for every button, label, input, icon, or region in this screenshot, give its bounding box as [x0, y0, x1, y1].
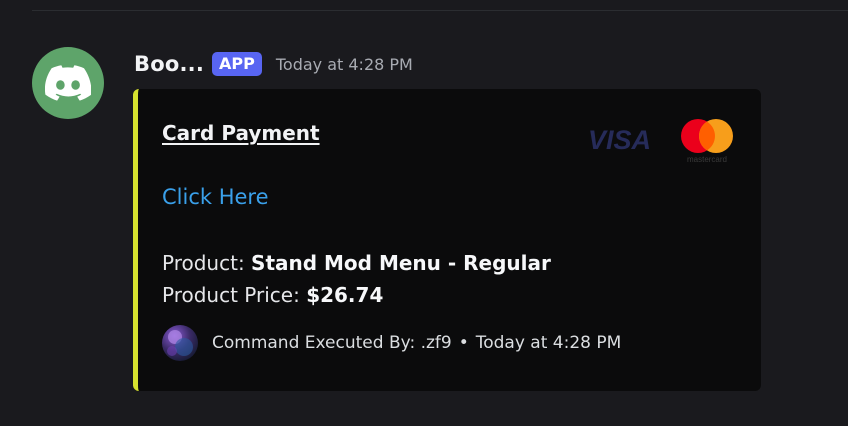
- embed-footer: Command Executed By: .zf9 • Today at 4:28 …: [162, 325, 621, 361]
- embed-card: Card Payment VISA mastercard Click Here …: [133, 89, 761, 391]
- visa-logo-text: VISA: [588, 125, 651, 153]
- author-name[interactable]: Boo...: [134, 52, 204, 76]
- footer-timestamp: Today at 4:28 PM: [475, 333, 622, 353]
- discord-logo-icon: [45, 65, 91, 101]
- price-line: Product Price: $26.74: [162, 283, 383, 307]
- app-badge: APP: [212, 52, 262, 76]
- bot-avatar[interactable]: [32, 47, 104, 119]
- embed-title: Card Payment: [162, 121, 320, 145]
- mastercard-wordmark: mastercard: [687, 155, 727, 164]
- price-value: $26.74: [306, 283, 384, 307]
- footer-avatar-art-icon: [167, 330, 193, 356]
- footer-text: Command Executed By: .zf9 • Today at 4:28 …: [212, 333, 621, 353]
- product-line: Product: Stand Mod Menu - Regular: [162, 251, 551, 275]
- visa-logo-icon: VISA: [588, 125, 651, 153]
- message-header: Boo... APP Today at 4:28 PM: [134, 52, 413, 76]
- price-label: Product Price:: [162, 283, 307, 307]
- click-here-link[interactable]: Click Here: [162, 185, 269, 209]
- footer-avatar: [162, 325, 198, 361]
- product-label: Product:: [162, 251, 252, 275]
- product-value: Stand Mod Menu - Regular: [251, 251, 551, 275]
- footer-executed-by: Command Executed By: .zf9: [212, 333, 452, 353]
- footer-separator: •: [458, 333, 469, 353]
- mastercard-logo-icon: mastercard: [681, 119, 733, 164]
- message-timestamp: Today at 4:28 PM: [275, 54, 413, 74]
- top-divider: [32, 10, 848, 11]
